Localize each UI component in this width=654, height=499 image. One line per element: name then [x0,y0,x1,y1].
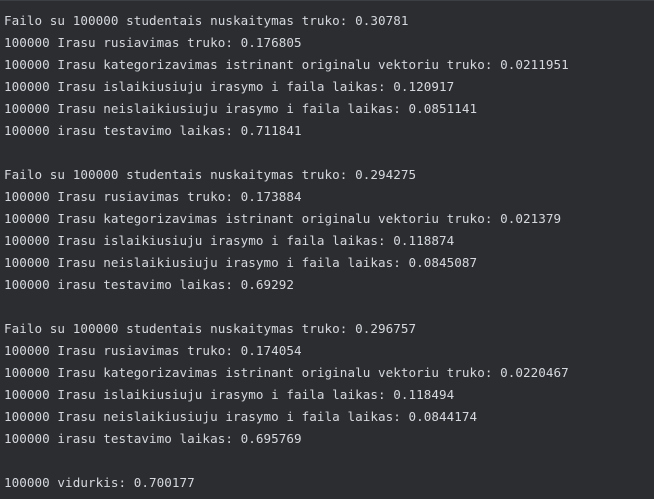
console-line: 100000 Irasu kategorizavimas istrinant o… [4,365,569,380]
console-output[interactable]: Failo su 100000 studentais nuskaitymas t… [0,0,654,499]
console-line: 100000 Irasu neislaikiusiuju irasymo i f… [4,409,478,424]
console-line: 100000 vidurkis: 0.700177 [4,475,195,490]
console-line: 100000 Irasu rusiavimas truko: 0.176805 [4,35,302,50]
console-line: 100000 Irasu islaikiusiuju irasymo i fai… [4,79,455,94]
console-line: 100000 Irasu kategorizavimas istrinant o… [4,211,562,226]
console-line: 100000 Irasu neislaikiusiuju irasymo i f… [4,255,478,270]
console-line: 100000 Irasu neislaikiusiuju irasymo i f… [4,101,478,116]
console-line: 100000 Irasu rusiavimas truko: 0.174054 [4,343,302,358]
console-line: 100000 Irasu islaikiusiuju irasymo i fai… [4,387,455,402]
console-line: 100000 Irasu islaikiusiuju irasymo i fai… [4,233,455,248]
console-line: Failo su 100000 studentais nuskaitymas t… [4,167,417,182]
console-line: 100000 irasu testavimo laikas: 0.711841 [4,123,302,138]
console-line: 100000 irasu testavimo laikas: 0.69292 [4,277,295,292]
console-line: Failo su 100000 studentais nuskaitymas t… [4,321,417,336]
console-line: 100000 Irasu kategorizavimas istrinant o… [4,57,569,72]
console-line: Failo su 100000 studentais nuskaitymas t… [4,13,409,28]
console-line: 100000 Irasu rusiavimas truko: 0.173884 [4,189,302,204]
console-line: 100000 irasu testavimo laikas: 0.695769 [4,431,302,446]
